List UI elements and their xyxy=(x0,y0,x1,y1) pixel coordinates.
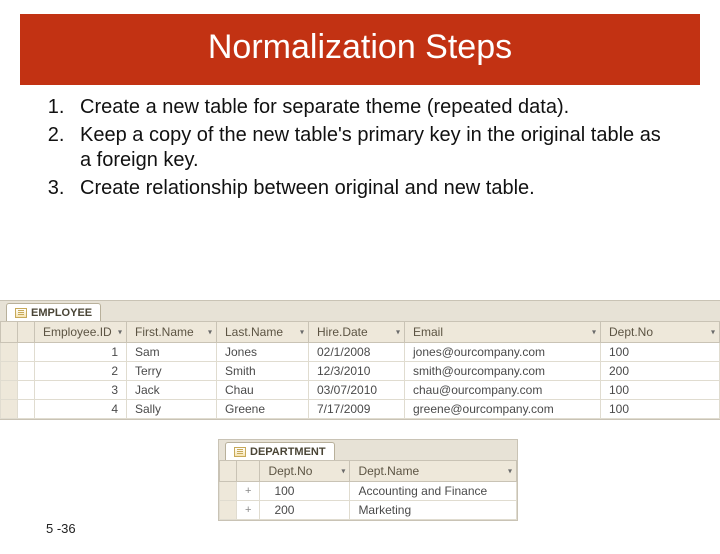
expand-toggle[interactable] xyxy=(18,343,35,362)
col-email[interactable]: Email▾ xyxy=(405,322,601,343)
dropdown-icon[interactable]: ▾ xyxy=(300,328,304,337)
col-dept-no[interactable]: Dept.No▾ xyxy=(601,322,720,343)
cell-first[interactable]: Jack xyxy=(127,381,217,400)
dropdown-icon[interactable]: ▾ xyxy=(208,328,212,337)
col-first-name[interactable]: First.Name▾ xyxy=(127,322,217,343)
department-header-row: Dept.No▾ Dept.Name▾ xyxy=(220,461,517,482)
cell-dept-no[interactable]: 100 xyxy=(260,482,350,501)
dropdown-icon[interactable]: ▾ xyxy=(711,328,715,337)
row-selector[interactable] xyxy=(1,343,18,362)
cell-email[interactable]: smith@ourcompany.com xyxy=(405,362,601,381)
dropdown-icon[interactable]: ▾ xyxy=(341,467,345,476)
employee-tab-label: EMPLOYEE xyxy=(31,307,92,319)
cell-dept-name[interactable]: Accounting and Finance xyxy=(350,482,517,501)
table-row[interactable]: 2 Terry Smith 12/3/2010 smith@ourcompany… xyxy=(1,362,720,381)
cell-first[interactable]: Sally xyxy=(127,400,217,419)
cell-id[interactable]: 4 xyxy=(35,400,127,419)
dropdown-icon[interactable]: ▾ xyxy=(396,328,400,337)
department-datasheet: DEPARTMENT Dept.No▾ Dept.Name▾ + 100 Acc… xyxy=(218,439,518,521)
col-employee-id[interactable]: Employee.ID▾ xyxy=(35,322,127,343)
col-dept-name[interactable]: Dept.Name▾ xyxy=(350,461,517,482)
department-tab[interactable]: DEPARTMENT xyxy=(225,442,335,460)
cell-hire[interactable]: 03/07/2010 xyxy=(309,381,405,400)
steps-list: Create a new table for separate theme (r… xyxy=(40,95,674,201)
cell-hire[interactable]: 7/17/2009 xyxy=(309,400,405,419)
cell-dept[interactable]: 100 xyxy=(601,400,720,419)
row-selector[interactable] xyxy=(220,482,237,501)
cell-first[interactable]: Terry xyxy=(127,362,217,381)
cell-last[interactable]: Chau xyxy=(217,381,309,400)
row-selector[interactable] xyxy=(1,381,18,400)
cell-email[interactable]: jones@ourcompany.com xyxy=(405,343,601,362)
col-hire-date[interactable]: Hire.Date▾ xyxy=(309,322,405,343)
expand-toggle[interactable] xyxy=(18,381,35,400)
dropdown-icon[interactable]: ▾ xyxy=(508,467,512,476)
employee-datasheet: EMPLOYEE Employee.ID▾ First.Name▾ Last.N… xyxy=(0,300,720,420)
department-tab-label: DEPARTMENT xyxy=(250,446,326,458)
table-row[interactable]: + 100 Accounting and Finance xyxy=(220,482,517,501)
col-last-name[interactable]: Last.Name▾ xyxy=(217,322,309,343)
cell-email[interactable]: greene@ourcompany.com xyxy=(405,400,601,419)
step-1: Create a new table for separate theme (r… xyxy=(70,95,674,121)
col-dept-no[interactable]: Dept.No▾ xyxy=(260,461,350,482)
cell-dept-name[interactable]: Marketing xyxy=(350,501,517,520)
cell-last[interactable]: Greene xyxy=(217,400,309,419)
cell-last[interactable]: Smith xyxy=(217,362,309,381)
table-row[interactable]: 3 Jack Chau 03/07/2010 chau@ourcompany.c… xyxy=(1,381,720,400)
cell-dept[interactable]: 200 xyxy=(601,362,720,381)
expand-toggle[interactable] xyxy=(18,400,35,419)
table-row[interactable]: 4 Sally Greene 7/17/2009 greene@ourcompa… xyxy=(1,400,720,419)
row-selector[interactable] xyxy=(1,400,18,419)
expand-header xyxy=(18,322,35,343)
expand-toggle[interactable] xyxy=(18,362,35,381)
step-3: Create relationship between original and… xyxy=(70,176,674,202)
step-2: Keep a copy of the new table's primary k… xyxy=(70,123,674,174)
row-selector-header xyxy=(220,461,237,482)
expand-toggle[interactable]: + xyxy=(237,482,260,501)
department-tab-row: DEPARTMENT xyxy=(219,440,517,460)
dropdown-icon[interactable]: ▾ xyxy=(592,328,596,337)
cell-hire[interactable]: 02/1/2008 xyxy=(309,343,405,362)
cell-last[interactable]: Jones xyxy=(217,343,309,362)
slide-title: Normalization Steps xyxy=(208,28,512,66)
employee-tab-row: EMPLOYEE xyxy=(0,301,720,321)
table-row[interactable]: + 200 Marketing xyxy=(220,501,517,520)
row-selector[interactable] xyxy=(1,362,18,381)
cell-hire[interactable]: 12/3/2010 xyxy=(309,362,405,381)
cell-id[interactable]: 3 xyxy=(35,381,127,400)
cell-dept[interactable]: 100 xyxy=(601,343,720,362)
row-selector-header xyxy=(1,322,18,343)
employee-grid: Employee.ID▾ First.Name▾ Last.Name▾ Hire… xyxy=(0,321,720,419)
cell-id[interactable]: 2 xyxy=(35,362,127,381)
cell-email[interactable]: chau@ourcompany.com xyxy=(405,381,601,400)
expand-header xyxy=(237,461,260,482)
slide-number: 5 -36 xyxy=(46,521,76,536)
expand-toggle[interactable]: + xyxy=(237,501,260,520)
cell-dept[interactable]: 100 xyxy=(601,381,720,400)
table-icon xyxy=(15,308,27,318)
dropdown-icon[interactable]: ▾ xyxy=(118,328,122,337)
cell-dept-no[interactable]: 200 xyxy=(260,501,350,520)
employee-header-row: Employee.ID▾ First.Name▾ Last.Name▾ Hire… xyxy=(1,322,720,343)
table-icon xyxy=(234,447,246,457)
employee-tab[interactable]: EMPLOYEE xyxy=(6,303,101,321)
cell-id[interactable]: 1 xyxy=(35,343,127,362)
department-grid: Dept.No▾ Dept.Name▾ + 100 Accounting and… xyxy=(219,460,517,520)
table-row[interactable]: 1 Sam Jones 02/1/2008 jones@ourcompany.c… xyxy=(1,343,720,362)
title-bar: Normalization Steps xyxy=(20,14,700,85)
row-selector[interactable] xyxy=(220,501,237,520)
cell-first[interactable]: Sam xyxy=(127,343,217,362)
